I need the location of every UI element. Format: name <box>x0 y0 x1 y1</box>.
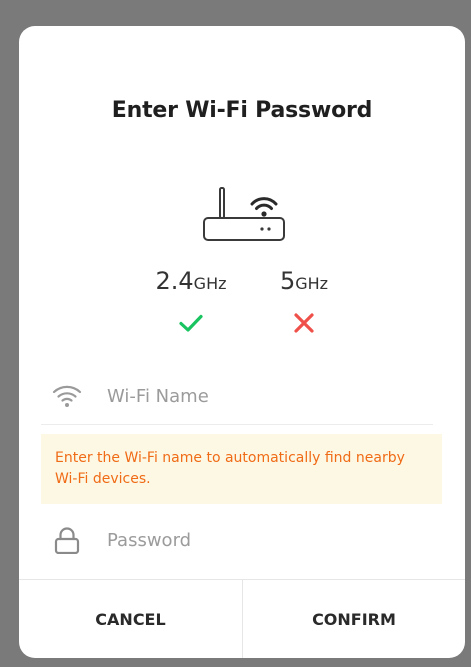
band-5ghz: 5GHz <box>254 266 354 337</box>
dialog-title: Enter Wi-Fi Password <box>111 98 373 123</box>
password-field[interactable] <box>41 512 433 568</box>
confirm-button[interactable]: CONFIRM <box>242 580 465 658</box>
wifi-name-input[interactable] <box>107 378 407 414</box>
router-icon <box>203 187 285 241</box>
band-2-4ghz-value: 2.4 <box>155 267 194 295</box>
wifi-name-hint: Enter the Wi-Fi name to automatically fi… <box>41 434 442 504</box>
lock-icon <box>54 527 80 554</box>
wifi-icon <box>52 385 82 407</box>
band-2-4ghz: 2.4GHz <box>141 266 241 337</box>
band-2-4ghz-unit: GHz <box>193 274 227 293</box>
cancel-button[interactable]: CANCEL <box>19 580 242 658</box>
band-2-4ghz-label: 2.4GHz <box>141 266 241 299</box>
band-5ghz-value: 5 <box>279 267 296 295</box>
password-input[interactable] <box>107 522 407 558</box>
wifi-password-dialog: Enter Wi-Fi Password 2.4GHz 5GHz Wi-Fi N… <box>19 26 465 658</box>
cross-icon <box>294 313 314 333</box>
band-5ghz-label: 5GHz <box>254 266 354 299</box>
band-5ghz-unit: GHz <box>295 274 329 293</box>
wifi-name-field[interactable] <box>41 368 433 425</box>
dialog-footer: CANCEL CONFIRM <box>19 579 465 658</box>
frequency-bands: 2.4GHz 5GHz <box>19 266 465 346</box>
check-icon <box>179 314 203 332</box>
